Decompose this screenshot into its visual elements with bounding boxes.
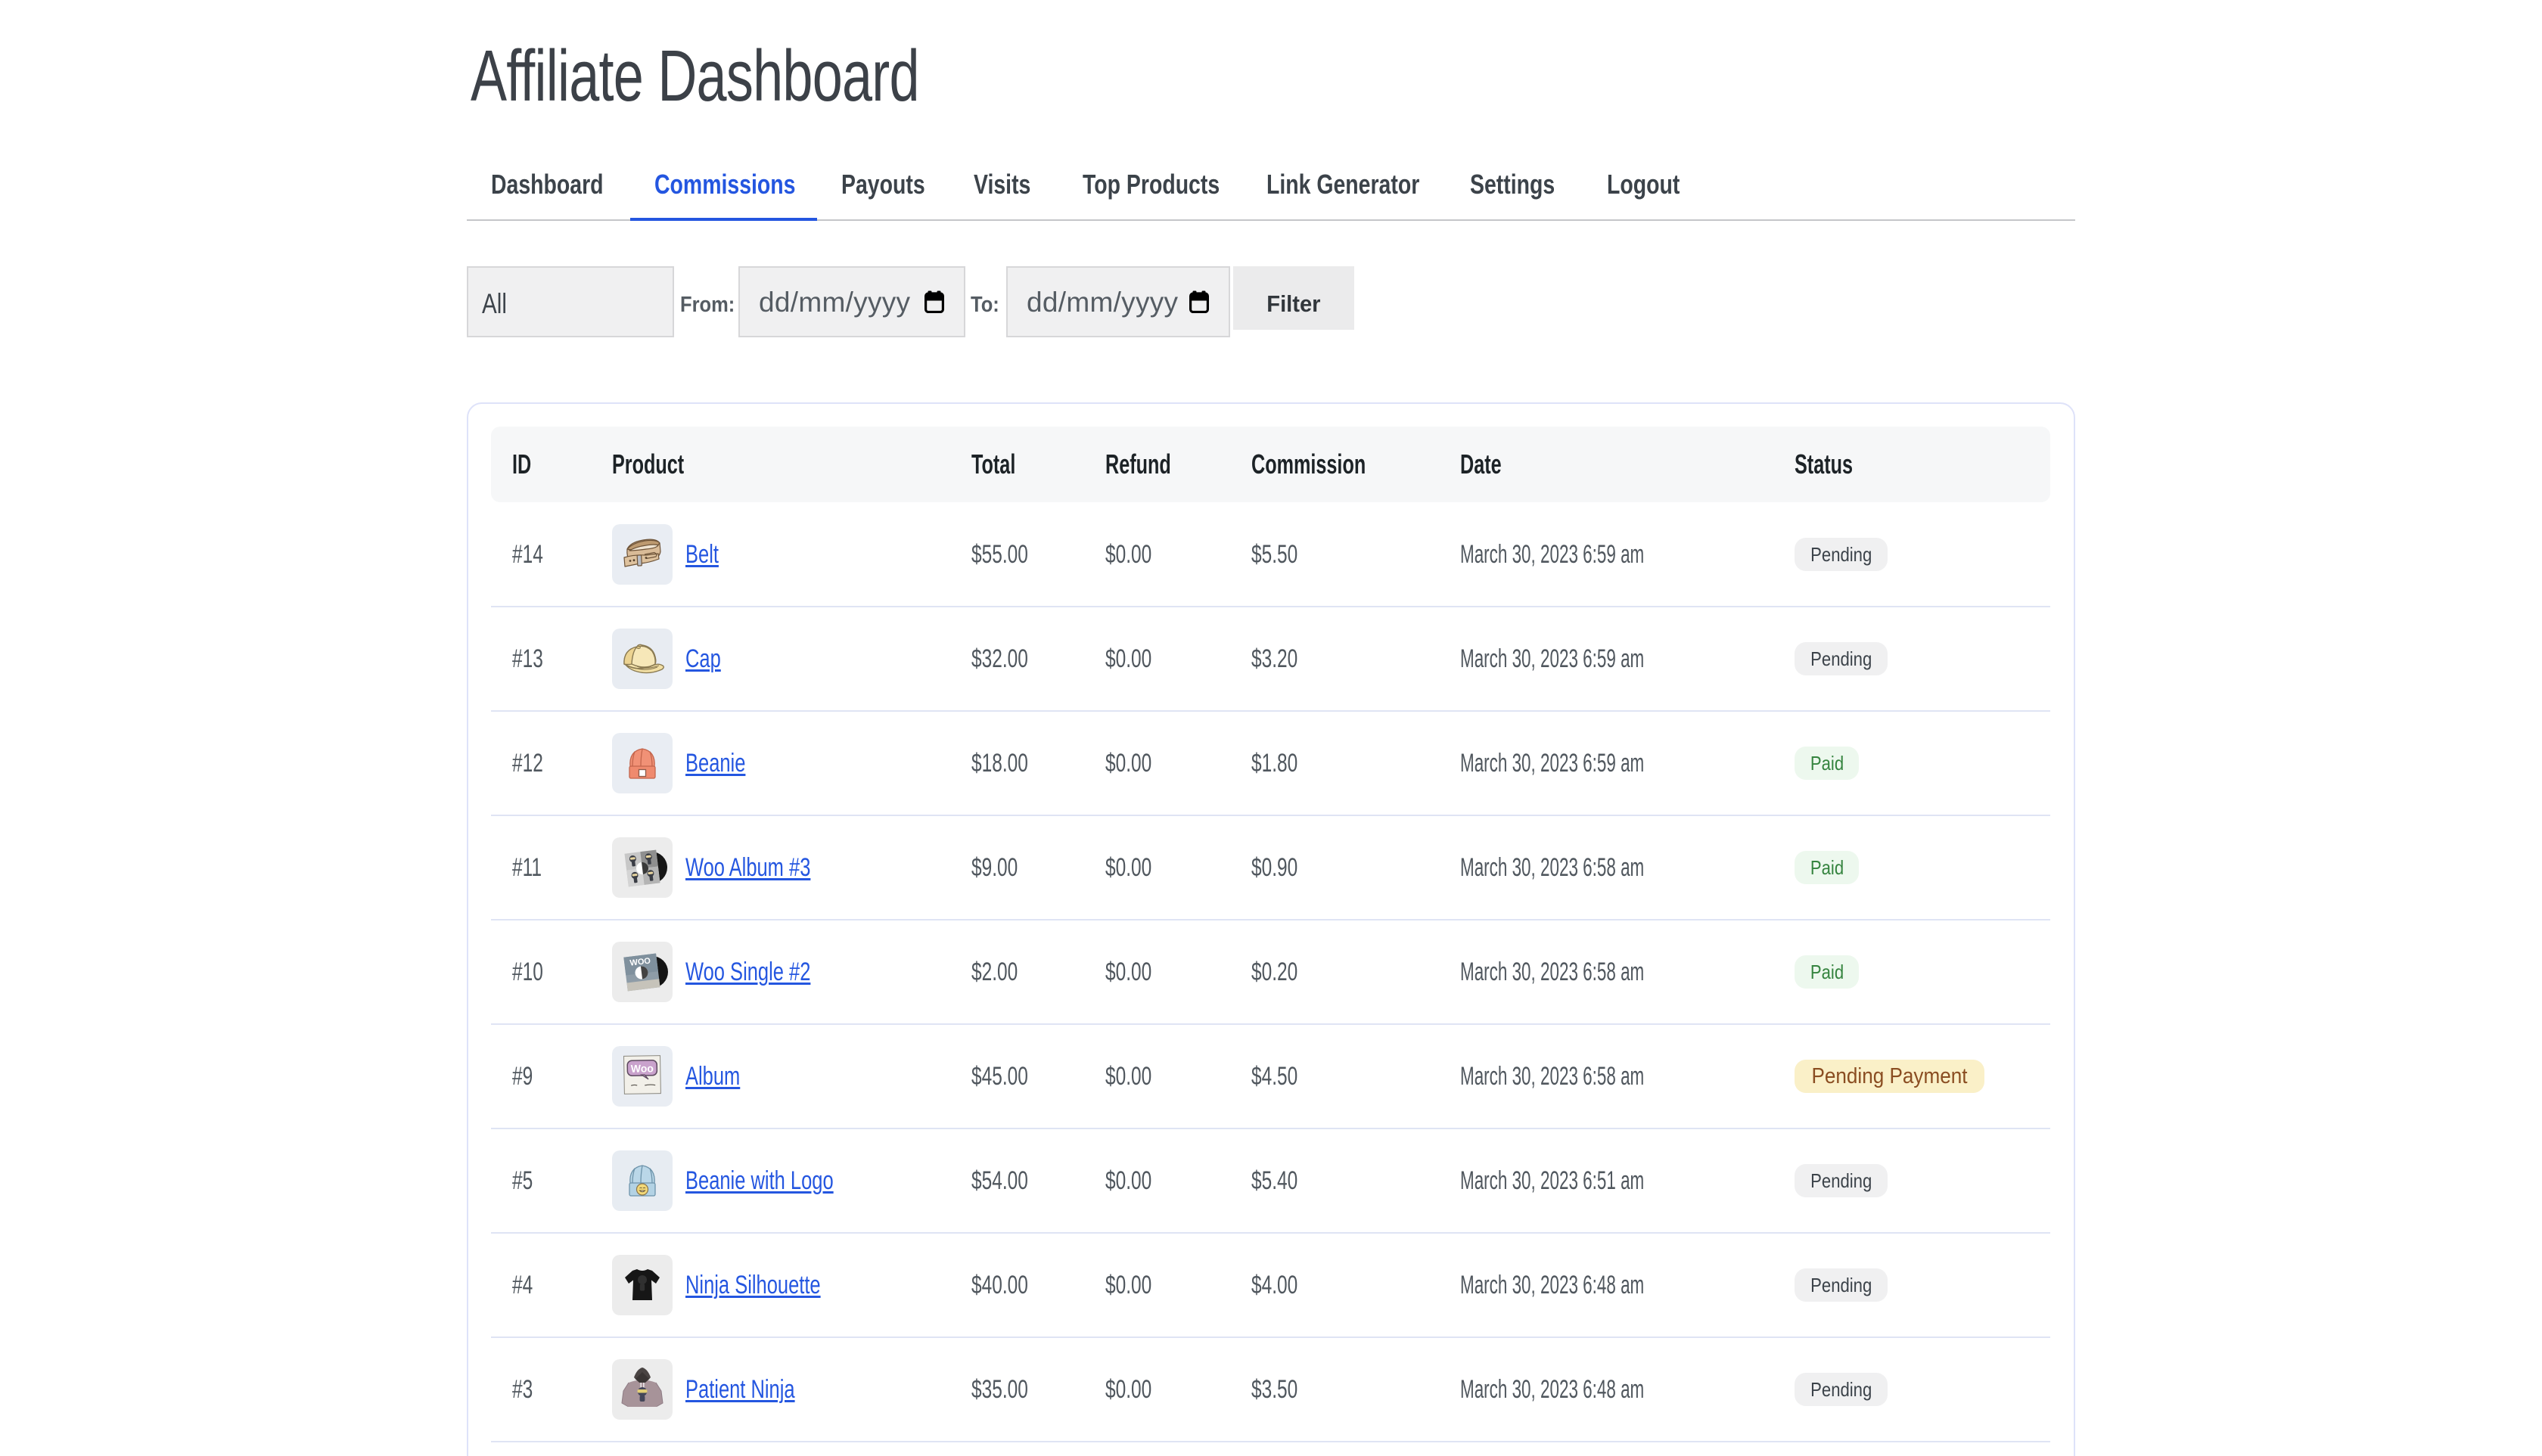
svg-text:Woo: Woo xyxy=(631,1062,654,1075)
